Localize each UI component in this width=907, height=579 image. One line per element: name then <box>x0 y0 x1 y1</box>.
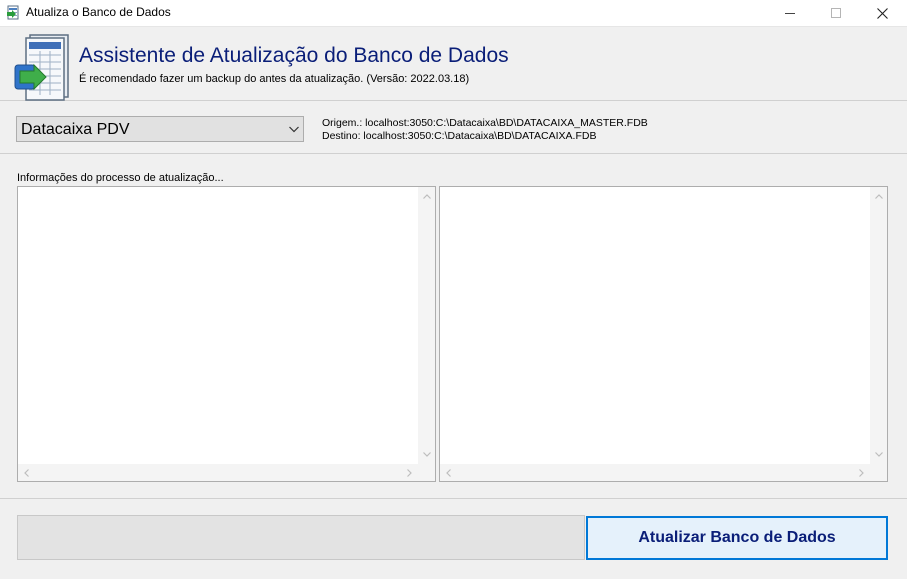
app-icon <box>7 5 19 20</box>
minimize-icon <box>785 13 795 14</box>
chevron-up-icon[interactable] <box>874 192 884 202</box>
maximize-icon <box>831 8 841 18</box>
source-path: Origem.: localhost:3050:C:\Datacaixa\BD\… <box>322 117 648 129</box>
divider <box>0 153 907 154</box>
chevron-right-icon[interactable] <box>404 468 414 478</box>
close-icon <box>876 7 888 19</box>
database-update-icon <box>14 34 69 101</box>
update-database-button[interactable]: Atualizar Banco de Dados <box>586 516 888 560</box>
scrollbar-corner <box>870 464 887 481</box>
chevron-down-icon[interactable] <box>422 449 432 459</box>
vertical-scrollbar[interactable] <box>870 187 887 464</box>
horizontal-scrollbar[interactable] <box>18 464 418 481</box>
header-panel: Assistente de Atualização do Banco de Da… <box>0 27 907 101</box>
vertical-scrollbar[interactable] <box>418 187 435 464</box>
window-title: Atualiza o Banco de Dados <box>26 5 171 19</box>
divider <box>0 498 907 499</box>
destination-path: Destino: localhost:3050:C:\Datacaixa\BD\… <box>322 130 597 142</box>
chevron-up-icon[interactable] <box>422 192 432 202</box>
progress-bar <box>17 515 585 560</box>
chevron-left-icon[interactable] <box>22 468 32 478</box>
maximize-button[interactable] <box>813 0 859 26</box>
chevron-left-icon[interactable] <box>444 468 454 478</box>
chevron-down-icon[interactable] <box>874 449 884 459</box>
chevron-right-icon[interactable] <box>856 468 866 478</box>
process-log-left[interactable] <box>17 186 436 482</box>
title-bar: Atualiza o Banco de Dados <box>0 0 907 27</box>
chevron-down-icon <box>289 126 299 133</box>
process-log-right[interactable] <box>439 186 888 482</box>
minimize-button[interactable] <box>767 0 813 26</box>
update-database-button-label: Atualizar Banco de Dados <box>638 529 836 546</box>
scrollbar-corner <box>418 464 435 481</box>
database-select-value: Datacaixa PDV <box>21 121 130 138</box>
close-button[interactable] <box>859 0 905 26</box>
database-select[interactable]: Datacaixa PDV <box>16 116 304 142</box>
header-title: Assistente de Atualização do Banco de Da… <box>79 44 509 67</box>
header-subtitle: É recomendado fazer um backup do antes d… <box>79 73 470 85</box>
process-info-label: Informações do processo de atualização..… <box>17 172 224 184</box>
horizontal-scrollbar[interactable] <box>440 464 870 481</box>
